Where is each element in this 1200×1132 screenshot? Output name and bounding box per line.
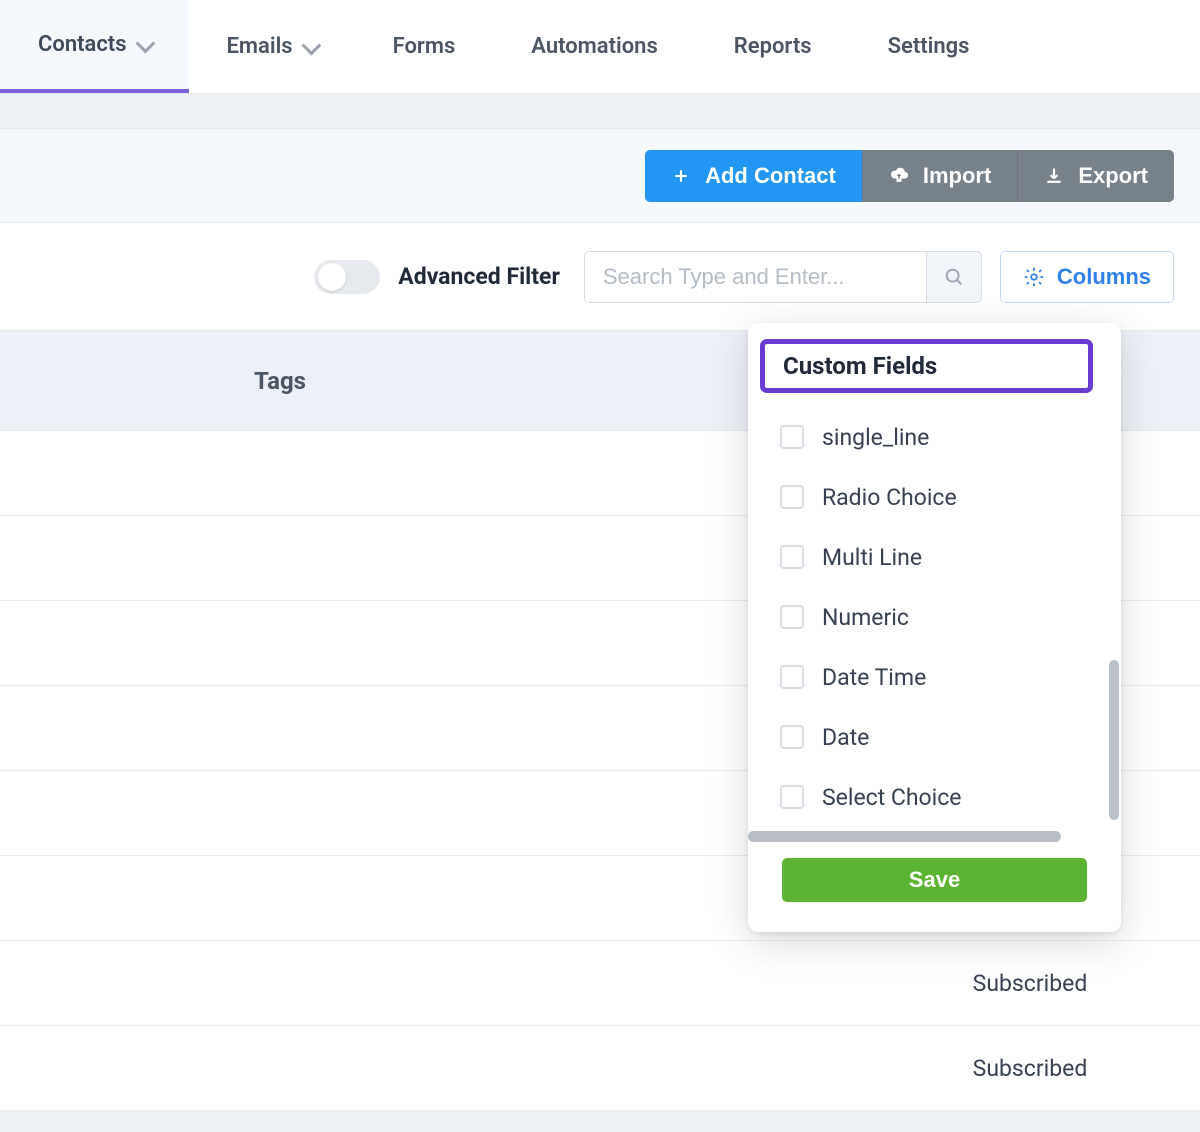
popover-vertical-scrollbar[interactable]	[1109, 660, 1119, 820]
nav-tab-label: Emails	[227, 34, 293, 59]
checkbox[interactable]	[780, 485, 804, 509]
field-item-date-time[interactable]: Date Time	[780, 647, 1121, 707]
checkbox[interactable]	[780, 605, 804, 629]
nav-tab-forms[interactable]: Forms	[355, 0, 494, 93]
button-label: Export	[1078, 163, 1148, 189]
search-icon	[943, 266, 965, 288]
popover-field-list[interactable]: single_line Radio Choice Multi Line Nume…	[748, 403, 1121, 831]
field-item-select-choice[interactable]: Select Choice	[780, 767, 1121, 827]
nav-tab-label: Reports	[734, 34, 812, 59]
search-button[interactable]	[926, 251, 982, 303]
button-label: Import	[923, 163, 991, 189]
top-nav: Contacts Emails Forms Automations Report…	[0, 0, 1200, 94]
field-item-date[interactable]: Date	[780, 707, 1121, 767]
checkbox[interactable]	[780, 425, 804, 449]
toolbar: Add Contact Import Export	[0, 128, 1200, 223]
chevron-down-icon	[301, 35, 321, 55]
download-icon	[1044, 166, 1064, 186]
columns-button[interactable]: Columns	[1000, 251, 1174, 303]
export-button[interactable]: Export	[1018, 150, 1174, 202]
field-label: single_line	[822, 424, 929, 451]
nav-tab-label: Contacts	[38, 32, 127, 57]
field-label: Multi Line	[822, 544, 922, 571]
advanced-filter-label: Advanced Filter	[398, 263, 560, 290]
nav-tab-label: Settings	[888, 34, 970, 59]
nav-tab-reports[interactable]: Reports	[696, 0, 850, 93]
popover-horizontal-scrollbar[interactable]	[748, 831, 1061, 842]
chevron-down-icon	[135, 33, 155, 53]
import-button[interactable]: Import	[862, 150, 1018, 202]
field-label: Numeric	[822, 604, 909, 631]
table-row[interactable]: Subscribed	[0, 1026, 1200, 1111]
button-label: Add Contact	[705, 163, 836, 189]
nav-tab-settings[interactable]: Settings	[850, 0, 1008, 93]
field-label: Radio Choice	[822, 484, 957, 511]
field-label: Select Choice	[822, 784, 962, 811]
checkbox[interactable]	[780, 665, 804, 689]
cell-status: Subscribed	[860, 1055, 1200, 1082]
plus-icon	[671, 166, 691, 186]
field-label: Date	[822, 724, 869, 751]
save-button[interactable]: Save	[782, 858, 1087, 902]
checkbox[interactable]	[780, 545, 804, 569]
table-row[interactable]: Subscribed	[0, 941, 1200, 1026]
field-label: Date Time	[822, 664, 926, 691]
button-label: Columns	[1057, 264, 1151, 290]
gear-icon	[1023, 266, 1045, 288]
nav-tab-contacts[interactable]: Contacts	[0, 0, 189, 93]
checkbox[interactable]	[780, 725, 804, 749]
popover-footer: Save	[748, 842, 1121, 932]
nav-tab-label: Forms	[393, 34, 456, 59]
cell-status: Subscribed	[860, 970, 1200, 997]
spacer	[0, 94, 1200, 128]
filter-row: Advanced Filter Columns	[0, 223, 1200, 331]
advanced-filter-toggle[interactable]	[314, 260, 380, 294]
popover-title: Custom Fields	[760, 339, 1093, 393]
field-item-radio-choice[interactable]: Radio Choice	[780, 467, 1121, 527]
field-item-single-line[interactable]: single_line	[780, 407, 1121, 467]
columns-popover: Custom Fields single_line Radio Choice M…	[748, 323, 1121, 932]
checkbox[interactable]	[780, 785, 804, 809]
field-item-numeric[interactable]: Numeric	[780, 587, 1121, 647]
nav-tab-label: Automations	[531, 34, 658, 59]
search-wrap	[584, 251, 982, 303]
add-contact-button[interactable]: Add Contact	[645, 150, 862, 202]
nav-tab-emails[interactable]: Emails	[189, 0, 355, 93]
nav-tab-automations[interactable]: Automations	[493, 0, 696, 93]
search-input[interactable]	[584, 251, 926, 303]
column-header-tags[interactable]: Tags	[0, 367, 560, 395]
field-item-multi-line[interactable]: Multi Line	[780, 527, 1121, 587]
cloud-upload-icon	[889, 166, 909, 186]
